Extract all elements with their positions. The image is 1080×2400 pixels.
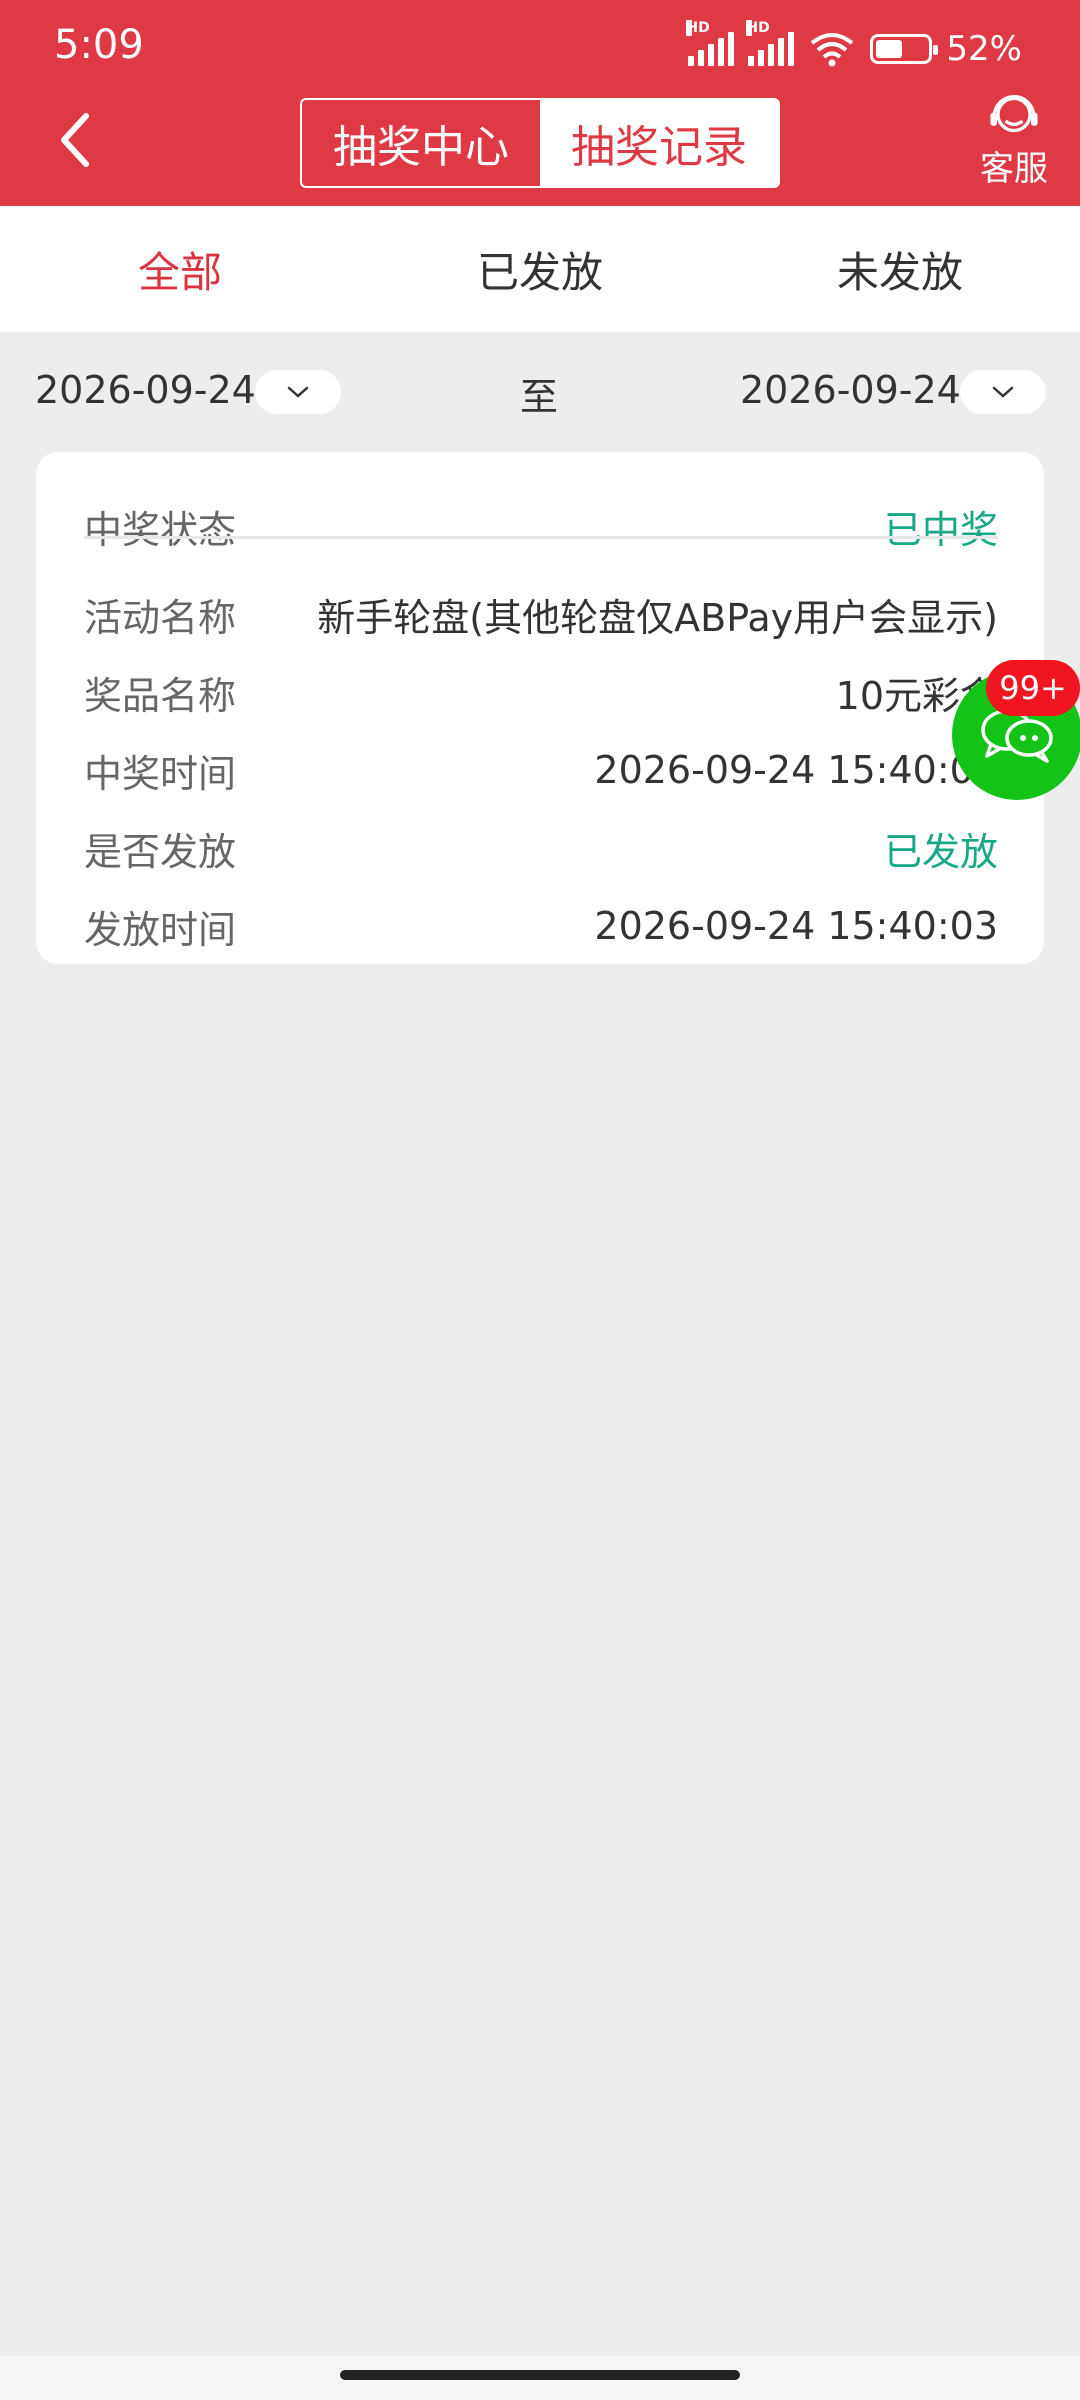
status-tabs: 全部 已发放 未发放 <box>0 206 1080 332</box>
segment-lottery-center[interactable]: 抽奖中心 <box>302 100 540 186</box>
segment-lottery-records[interactable]: 抽奖记录 <box>540 100 778 186</box>
customer-service-button[interactable]: 客服 <box>974 90 1054 190</box>
row-label: 是否发放 <box>84 829 237 874</box>
date-filter: 2026-09-24 至 2026-09-24 <box>0 332 1080 452</box>
hd-label: HD <box>746 20 770 36</box>
date-separator: 至 <box>520 375 559 419</box>
battery-percent: 52% <box>946 29 1022 69</box>
row-value: 已发放 <box>883 829 998 874</box>
row-label: 发放时间 <box>84 907 237 952</box>
row-prize-name: 奖品名称 10元彩金 <box>84 662 998 722</box>
chevron-down-icon <box>992 386 1014 398</box>
signal-icon: HD <box>746 20 795 66</box>
record-card: 中奖状态 已中奖 活动名称 新手轮盘(其他轮盘仅ABPay用户会显示) 奖品名称… <box>36 452 1044 964</box>
row-value: 新手轮盘(其他轮盘仅ABPay用户会显示) <box>317 595 998 640</box>
service-label: 客服 <box>980 149 1048 189</box>
tab-issued[interactable]: 已发放 <box>360 206 720 332</box>
row-win-time: 中奖时间 2026-09-24 15:40:03 <box>84 740 998 800</box>
row-label: 中奖状态 <box>84 507 237 552</box>
divider <box>84 536 998 539</box>
row-label: 奖品名称 <box>84 673 237 718</box>
wifi-icon <box>811 33 854 67</box>
status-icons: HD HD 52% <box>686 20 1022 74</box>
unread-badge: 99+ <box>986 660 1080 716</box>
app-header: 5:09 HD HD 52% 抽奖中心 抽奖记录 客服 <box>0 0 1080 206</box>
headset-icon <box>990 95 1038 133</box>
row-issue-time: 发放时间 2026-09-24 15:40:03 <box>84 896 998 956</box>
row-value: 2026-09-24 15:40:03 <box>594 904 998 948</box>
row-activity-name: 活动名称 新手轮盘(其他轮盘仅ABPay用户会显示) <box>84 584 998 644</box>
end-date-dropdown[interactable] <box>960 370 1046 414</box>
row-value: 已中奖 <box>883 507 998 552</box>
row-label: 中奖时间 <box>84 751 237 796</box>
status-time: 5:09 <box>54 22 144 68</box>
end-date[interactable]: 2026-09-24 <box>740 368 961 412</box>
row-win-status: 中奖状态 已中奖 <box>84 496 998 556</box>
tab-all[interactable]: 全部 <box>0 206 360 332</box>
back-button[interactable] <box>44 100 104 180</box>
home-indicator[interactable] <box>340 2370 740 2380</box>
start-date-dropdown[interactable] <box>255 370 341 414</box>
start-date[interactable]: 2026-09-24 <box>35 368 256 412</box>
hd-label: HD <box>686 20 710 36</box>
row-value: 2026-09-24 15:40:03 <box>594 748 998 792</box>
tab-not-issued[interactable]: 未发放 <box>720 206 1080 332</box>
chevron-left-icon <box>61 113 89 167</box>
row-label: 活动名称 <box>84 595 237 640</box>
segment-control: 抽奖中心 抽奖记录 <box>300 98 780 188</box>
chevron-down-icon <box>287 386 309 398</box>
signal-icon: HD <box>686 20 735 66</box>
battery-icon <box>870 34 939 64</box>
row-issued: 是否发放 已发放 <box>84 818 998 878</box>
